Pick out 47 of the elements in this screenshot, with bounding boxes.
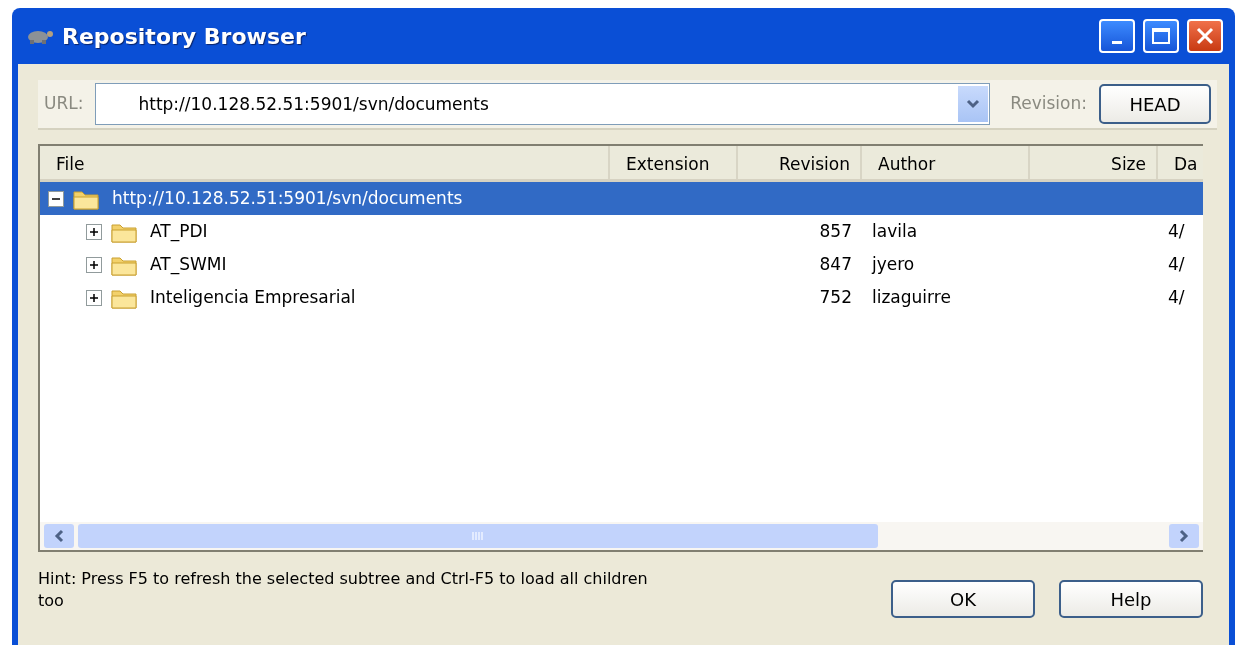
column-header[interactable]: Extension: [610, 146, 738, 179]
revision-button[interactable]: HEAD: [1099, 84, 1211, 124]
revision-cell-text: 857: [818, 219, 853, 243]
column-header[interactable]: Da: [1158, 146, 1203, 179]
dropdown-button[interactable]: [958, 86, 989, 122]
date-cell-text: 4/: [1167, 252, 1186, 276]
minimize-button[interactable]: [1099, 19, 1135, 53]
expander-toggle[interactable]: [86, 223, 102, 240]
grip-icon: [471, 531, 485, 541]
expander-toggle[interactable]: [48, 190, 64, 207]
author-cell-text: jyero: [870, 252, 916, 276]
author-cell-text: lavila: [871, 219, 919, 243]
author-cell-text: lizaguirre: [871, 285, 952, 309]
url-combobox[interactable]: http://10.128.52.51:5901/svn/documents: [95, 83, 991, 125]
url-label: URL:: [44, 92, 84, 116]
tree-item[interactable]: AT_PDI: [146, 218, 212, 245]
scroll-right-button[interactable]: [1169, 524, 1199, 548]
chevron-left-icon: [54, 529, 64, 543]
chevron-right-icon: [1179, 529, 1189, 543]
chevron-down-icon: [966, 99, 981, 109]
date-cell-text: 4/: [1167, 285, 1186, 309]
revision-cell-text: 752: [818, 285, 853, 309]
maximize-button[interactable]: [1143, 19, 1179, 53]
expander-toggle[interactable]: [86, 289, 102, 306]
scrollbar-thumb[interactable]: [78, 524, 878, 548]
ok-button[interactable]: OK: [891, 580, 1035, 618]
minimize-icon: [1112, 40, 1122, 44]
plus-icon: [89, 292, 99, 303]
column-header[interactable]: File: [40, 146, 610, 179]
date-cell-text: 4/: [1167, 219, 1186, 243]
column-header[interactable]: Author: [862, 146, 1030, 179]
tree-item[interactable]: AT_SWMI: [146, 251, 231, 278]
column-header[interactable]: Size: [1030, 146, 1158, 179]
column-header[interactable]: Revision: [738, 146, 862, 179]
revision-cell-text: 847: [818, 252, 853, 276]
expander-toggle[interactable]: [86, 256, 102, 273]
hint-text: Hint: Press F5 to refresh the selected subtree and Ctrl-F5 to load all children too: [38, 568, 649, 612]
close-button[interactable]: [1187, 19, 1223, 53]
revision-label: Revision:: [1010, 92, 1087, 116]
tree-item[interactable]: Inteligencia Empresarial: [146, 284, 360, 311]
plus-icon: [89, 259, 99, 270]
help-button[interactable]: Help: [1059, 580, 1203, 618]
maximize-icon: [1151, 27, 1171, 45]
window-title: Repository Browser: [62, 22, 307, 51]
scroll-left-button[interactable]: [44, 524, 74, 548]
plus-icon: [89, 226, 99, 237]
close-icon: [1196, 27, 1214, 45]
